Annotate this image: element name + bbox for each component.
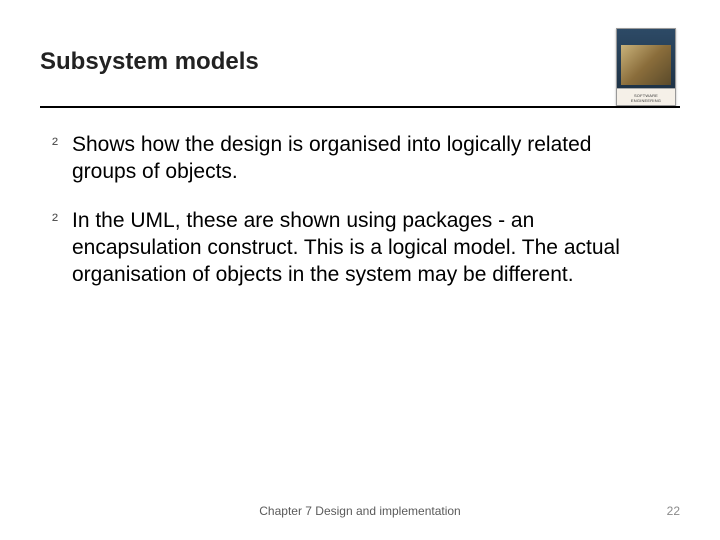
- title-row: Subsystem models: [40, 48, 680, 76]
- diamond-bullet-icon: ²: [52, 209, 72, 232]
- bullet-item: ² In the UML, these are shown using pack…: [52, 208, 660, 289]
- bullet-item: ² Shows how the design is organised into…: [52, 132, 660, 186]
- book-cover-image: SOFTWARE ENGINEERING: [616, 28, 676, 106]
- slide: Subsystem models SOFTWARE ENGINEERING ² …: [0, 0, 720, 540]
- bullet-text: In the UML, these are shown using packag…: [72, 208, 660, 289]
- bullet-text: Shows how the design is organised into l…: [72, 132, 660, 186]
- body-content: ² Shows how the design is organised into…: [52, 132, 660, 310]
- page-number: 22: [667, 504, 680, 518]
- title-divider: [40, 106, 680, 108]
- book-cover-label: SOFTWARE ENGINEERING: [619, 93, 673, 103]
- slide-title: Subsystem models: [40, 48, 259, 76]
- footer-chapter-label: Chapter 7 Design and implementation: [0, 504, 720, 518]
- diamond-bullet-icon: ²: [52, 133, 72, 156]
